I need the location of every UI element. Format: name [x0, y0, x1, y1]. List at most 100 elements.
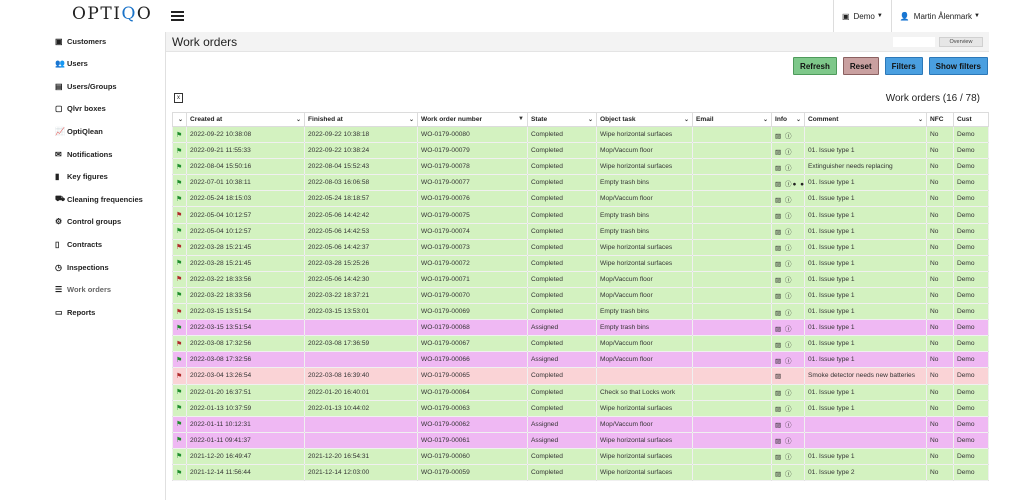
table-row[interactable]: ⚑ 2022-01-11 10:12:31 WO-0179-00062 Assigne… [172, 415, 989, 433]
flag-cell: ⚑ [172, 463, 187, 482]
table-row[interactable]: ⚑ 2022-03-28 15:21:45 2022-03-28 15:25:26 W… [172, 254, 989, 272]
cell-info[interactable]: ▨ ⓘ [771, 415, 805, 433]
cell-info[interactable]: ▨ ⓘ [771, 125, 805, 144]
sidebar-item-cleaning-frequencies[interactable]: ⛟ Cleaning frequencies [48, 191, 164, 207]
flag-icon: ⚑ [176, 437, 183, 445]
chevron-down-icon[interactable]: ⌄ [178, 116, 183, 123]
cell-info[interactable]: ▨ ⓘ● ● [771, 174, 805, 192]
column-header-customer[interactable]: Cust [953, 112, 989, 127]
chevron-down-icon[interactable]: ⌄ [684, 116, 689, 123]
sidebar-item-contracts[interactable]: ▯ Contracts [48, 236, 164, 252]
column-header-state[interactable]: State ⌄ [527, 112, 597, 127]
table-row[interactable]: ⚑ 2022-03-08 17:32:56 2022-03-08 17:36:59 W… [172, 335, 989, 353]
sidebar-item-work-orders[interactable]: ☰ Work orders [48, 282, 164, 298]
table-row[interactable]: ⚑ 2022-01-20 16:37:51 2022-01-20 16:40:01 W… [172, 383, 989, 401]
table-row[interactable]: ⚑ 2022-09-21 11:55:33 2022-09-22 10:38:24 W… [172, 142, 989, 160]
app-logo[interactable]: OPTIQO [72, 4, 152, 24]
cell-info[interactable]: ▨ ⓘ [771, 254, 805, 272]
cell-info[interactable]: ▨ ⓘ [771, 270, 805, 288]
user-dropdown[interactable]: 👤 Martin Ålenmark ▼ [892, 0, 988, 32]
sidebar-item-control-groups[interactable]: ⚙ Control groups [48, 214, 164, 230]
filters-button[interactable]: Filters [884, 57, 923, 75]
cell-info[interactable]: ▨ ⓘ [771, 463, 805, 482]
column-header-created-at[interactable]: Created at ⌄ [186, 112, 305, 127]
sidebar-item-qlvr-boxes[interactable]: ▢ Qlvr boxes [48, 101, 164, 117]
sort-desc-icon[interactable]: ▼ [518, 116, 524, 122]
column-header-select[interactable]: ⌄ [172, 112, 187, 127]
cell-finished: 2022-05-06 14:42:30 [304, 270, 418, 288]
chevron-down-icon[interactable]: ⌄ [796, 116, 801, 123]
column-header-object-task[interactable]: Object task ⌄ [596, 112, 693, 127]
table-row[interactable]: ⚑ 2022-09-22 10:38:08 2022-09-22 10:38:18 W… [172, 125, 989, 144]
sidebar-item-users-groups[interactable]: ▤ Users/Groups [48, 78, 164, 94]
table-row[interactable]: ⚑ 2021-12-14 11:56:44 2021-12-14 12:03:00 W… [172, 463, 989, 482]
cell-info[interactable]: ▨ ⓘ [771, 319, 805, 337]
cell-info[interactable]: ▨ ⓘ [771, 431, 805, 449]
org-dropdown[interactable]: ▣ Demo ▼ [834, 0, 891, 32]
table-row[interactable]: ⚑ 2022-01-11 09:41:37 WO-0179-00061 Assigne… [172, 431, 989, 449]
sidebar-item-customers[interactable]: ▣ Customers [48, 33, 164, 49]
cell-number: WO-0179-00071 [417, 270, 528, 288]
table-row[interactable]: ⚑ 2022-03-28 15:21:45 2022-05-06 14:42:37 W… [172, 238, 989, 256]
column-header-nfc[interactable]: NFC [926, 112, 954, 127]
table-row[interactable]: ⚑ 2022-03-04 13:26:54 2022-03-08 16:39:40 W… [172, 367, 989, 385]
cell-number: WO-0179-00068 [417, 319, 528, 337]
chevron-down-icon[interactable]: ⌄ [296, 116, 301, 123]
hamburger-menu-icon[interactable] [171, 11, 184, 21]
cell-info[interactable]: ▨ ⓘ [771, 158, 805, 176]
cell-finished: 2022-05-06 14:42:42 [304, 206, 418, 224]
table-row[interactable]: ⚑ 2022-07-01 10:38:11 2022-08-03 16:06:58 W… [172, 174, 989, 192]
chevron-down-icon[interactable]: ⌄ [409, 116, 414, 123]
cell-finished [304, 351, 418, 369]
sidebar-item-inspections[interactable]: ◷ Inspections [48, 259, 164, 275]
sidebar-item-users[interactable]: 👥 Users [48, 56, 164, 72]
chevron-down-icon[interactable]: ⌄ [763, 116, 768, 123]
cell-info[interactable]: ▨ ⓘ [771, 447, 805, 465]
cell-info[interactable]: ▨ ⓘ [771, 238, 805, 256]
cell-info[interactable]: ▨ ⓘ [771, 190, 805, 208]
column-header-comment[interactable]: Comment ⌄ [804, 112, 927, 127]
cell-info[interactable]: ▨ ⓘ [771, 286, 805, 305]
column-header-email[interactable]: Email ⌄ [692, 112, 772, 127]
overview-button[interactable]: Overview [939, 37, 983, 47]
cell-nfc: No [926, 238, 954, 256]
export-excel-icon[interactable]: x [174, 93, 183, 103]
chevron-down-icon[interactable]: ⌄ [588, 116, 593, 123]
reset-button[interactable]: Reset [842, 57, 879, 75]
column-header-info[interactable]: Info ⌄ [771, 112, 805, 127]
cell-info[interactable]: ▨ ⓘ [771, 335, 805, 353]
cell-info[interactable]: ▨ ⓘ [771, 399, 805, 417]
table-row[interactable]: ⚑ 2022-05-04 10:12:57 2022-05-06 14:42:53 W… [172, 222, 989, 240]
table-row[interactable]: ⚑ 2022-03-22 18:33:56 2022-05-06 14:42:30 W… [172, 270, 989, 288]
sidebar-item-notifications[interactable]: ✉ Notifications [48, 146, 164, 162]
cell-info[interactable]: ▨ ⓘ [771, 303, 805, 321]
table-row[interactable]: ⚑ 2022-03-22 18:33:56 2022-03-22 18:37:21 W… [172, 286, 989, 305]
refresh-button[interactable]: Refresh [793, 57, 837, 75]
cell-info[interactable]: ▨ ⓘ [771, 142, 805, 160]
table-row[interactable]: ⚑ 2022-05-24 18:15:03 2022-05-24 18:18:57 W… [172, 190, 989, 208]
table-row[interactable]: ⚑ 2022-03-15 13:51:54 WO-0179-00068 Assigne… [172, 319, 989, 337]
table-row[interactable]: ⚑ 2022-03-08 17:32:56 WO-0179-00066 Assigne… [172, 351, 989, 369]
cell-state: Completed [527, 286, 597, 305]
show-filters-button[interactable]: Show filters [928, 57, 988, 75]
column-header-finished-at[interactable]: Finished at ⌄ [304, 112, 418, 127]
cell-info[interactable]: ▨ [771, 367, 805, 385]
cell-info[interactable]: ▨ ⓘ [771, 383, 805, 401]
cell-nfc: No [926, 125, 954, 144]
table-row[interactable]: ⚑ 2022-05-04 10:12:57 2022-05-06 14:42:42 W… [172, 206, 989, 224]
sidebar-item-reports[interactable]: ▭ Reports [48, 304, 164, 320]
chevron-down-icon[interactable]: ⌄ [918, 116, 923, 123]
overview-field[interactable] [893, 37, 935, 47]
cell-info[interactable]: ▨ ⓘ [771, 222, 805, 240]
column-header-work-order-number[interactable]: Work order number ▼ [417, 112, 528, 127]
cell-info[interactable]: ▨ ⓘ [771, 206, 805, 224]
table-row[interactable]: ⚑ 2021-12-20 16:49:47 2021-12-20 16:54:31 W… [172, 447, 989, 465]
table-row[interactable]: ⚑ 2022-03-15 13:51:54 2022-03-15 13:53:01 W… [172, 303, 989, 321]
table-row[interactable]: ⚑ 2022-01-13 10:37:59 2022-01-13 10:44:02 W… [172, 399, 989, 417]
table-row[interactable]: ⚑ 2022-08-04 15:50:16 2022-08-04 15:52:43 W… [172, 158, 989, 176]
cell-task: Wipe horizontal surfaces [596, 125, 693, 144]
cell-info[interactable]: ▨ ⓘ [771, 351, 805, 369]
sidebar-item-optiqlean[interactable]: 📈 OptiQlean [48, 123, 164, 139]
sidebar-item-key-figures[interactable]: ▮ Key figures [48, 169, 164, 185]
flag-cell: ⚑ [172, 222, 187, 240]
